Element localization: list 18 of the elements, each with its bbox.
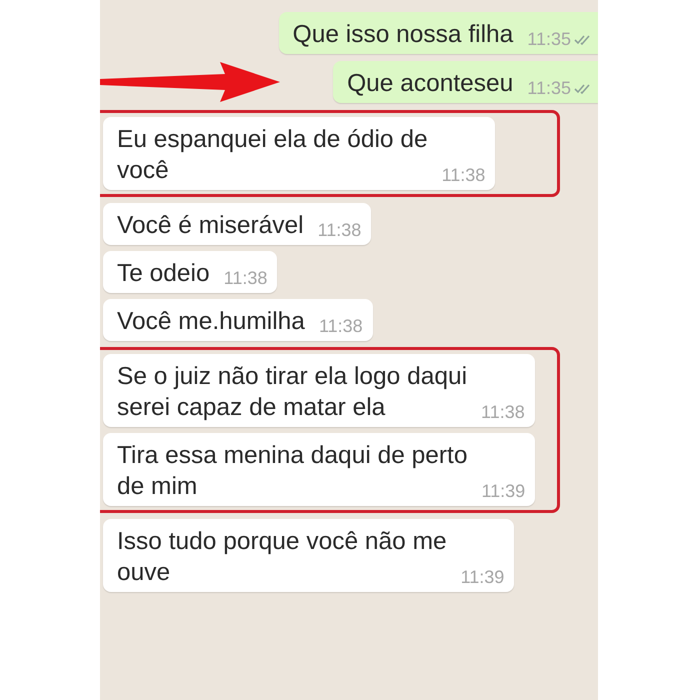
message-text: Que aconteseu — [347, 69, 514, 99]
message-text: Se o juiz não tirar ela logo daqui serei capaz de matar ela — [117, 362, 468, 423]
timestamp: 11:38 — [318, 220, 362, 241]
message-text: Tira essa menina daqui de perto de mim — [117, 441, 468, 502]
message-text: Isso tudo porque você não me ouve — [117, 527, 447, 588]
timestamp: 11:38 — [224, 268, 268, 289]
message-text: Eu espanquei ela de ódio de você — [117, 125, 428, 186]
timestamp: 11:39 — [481, 481, 526, 502]
message-text: Você me.humilha — [117, 307, 305, 337]
timestamp: 11:38 — [481, 402, 525, 423]
message-text: Que isso nossa filha — [292, 20, 514, 50]
timestamp: 11:39 — [460, 567, 504, 588]
message-text: Te odeio — [117, 259, 210, 289]
timestamp: 11:35 — [527, 29, 571, 50]
timestamp: 11:38 — [442, 165, 486, 186]
timestamp: 11:35 — [527, 78, 571, 99]
timestamp: 11:38 — [318, 316, 363, 337]
message-text: Você é miserável — [117, 211, 304, 241]
